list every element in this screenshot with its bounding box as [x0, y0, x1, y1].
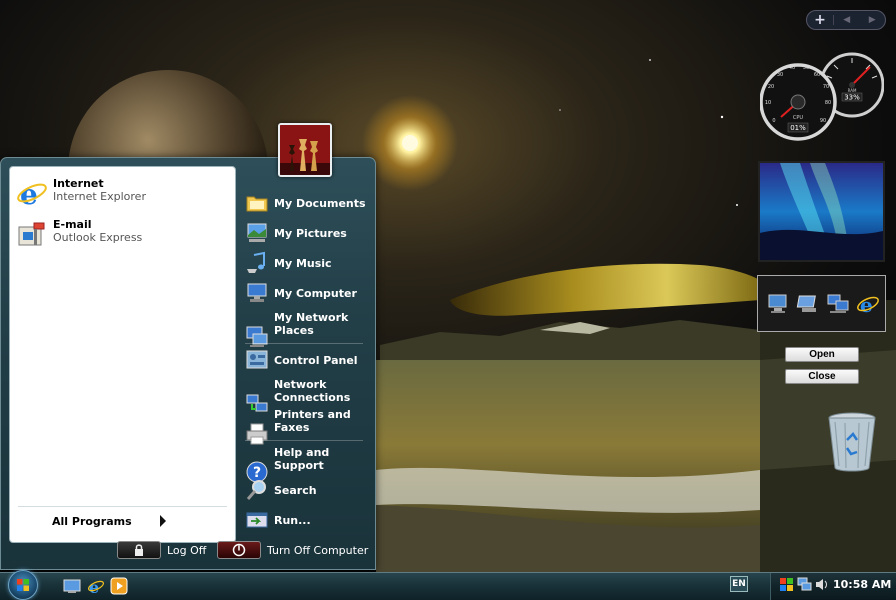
search-icon — [245, 478, 269, 502]
menu-item-run[interactable]: Run... — [245, 508, 311, 532]
menu-item-label: Help and Support — [274, 446, 330, 472]
pinned-item-email[interactable]: E-mail Outlook Express — [16, 218, 142, 250]
menu-item-my-computer[interactable]: My Computer — [245, 281, 357, 305]
menu-item-my-music[interactable]: My Music — [245, 251, 332, 275]
menu-item-label: My Documents — [274, 196, 366, 210]
ram-label: RAM — [848, 88, 857, 93]
all-programs-label: All Programs — [52, 514, 132, 528]
svg-text:e: e — [20, 178, 38, 209]
svg-text:20: 20 — [768, 84, 774, 90]
network-tray-icon[interactable] — [797, 577, 812, 592]
network-connections-icon[interactable] — [826, 292, 850, 316]
run-icon — [245, 508, 269, 532]
printer-icon — [245, 409, 269, 445]
media-player-icon[interactable] — [110, 577, 128, 595]
menu-item-label: My Network Places — [274, 311, 349, 337]
menu-item-my-pictures[interactable]: My Pictures — [245, 221, 347, 245]
volume-icon[interactable] — [815, 577, 830, 592]
menu-item-label: Printers and Faxes — [274, 408, 351, 434]
next-gadget-icon[interactable]: ▶ — [869, 15, 876, 25]
shortcut-gadget: e — [757, 275, 886, 332]
pictures-icon — [245, 221, 269, 245]
menu-separator — [245, 440, 363, 441]
all-programs-separator — [18, 506, 227, 507]
close-button[interactable]: Close — [785, 369, 859, 384]
recycle-bin-icon[interactable] — [825, 410, 879, 474]
network-icon[interactable] — [796, 292, 820, 316]
menu-item-my-documents[interactable]: My Documents — [245, 191, 366, 215]
pinned-item-subtitle: Outlook Express — [53, 231, 143, 244]
menu-item-label: Network Connections — [274, 378, 351, 404]
pinned-item-title: E-mail — [53, 218, 92, 231]
svg-text:0: 0 — [772, 118, 775, 124]
right-arrow-icon — [159, 515, 166, 527]
pinned-item-title: Internet — [53, 177, 104, 190]
add-gadget-button[interactable]: + — [807, 12, 833, 28]
cpu-meter-gadget: RAM 33% 0 10 20 30 40 50 60 70 80 90 CPU 01% — [759, 52, 885, 142]
svg-text:10: 10 — [765, 100, 771, 106]
internet-explorer-icon[interactable]: e — [856, 292, 880, 317]
internet-explorer-icon: e — [16, 177, 48, 211]
start-button[interactable] — [8, 570, 38, 600]
turn-off-computer-button[interactable]: Turn Off Computer — [217, 541, 368, 559]
svg-text:90: 90 — [820, 118, 826, 124]
internet-explorer-icon[interactable]: e — [87, 577, 105, 597]
svg-text:80: 80 — [825, 100, 831, 106]
help-icon: ? — [245, 447, 269, 483]
control-panel-icon — [245, 348, 269, 372]
menu-item-control-panel[interactable]: Control Panel — [245, 348, 358, 372]
all-programs-button[interactable]: All Programs — [52, 512, 166, 530]
svg-text:50: 50 — [803, 65, 809, 71]
taskbar — [0, 572, 896, 600]
language-indicator[interactable]: EN — [730, 576, 748, 592]
svg-text:60: 60 — [814, 72, 820, 78]
menu-item-my-network-places[interactable]: My Network Places — [245, 311, 349, 347]
menu-item-printers-and-faxes[interactable]: Printers and Faxes — [245, 408, 351, 445]
windows-flag-icon[interactable] — [779, 577, 794, 592]
svg-text:e: e — [860, 293, 873, 316]
user-picture[interactable] — [278, 123, 332, 177]
network-connections-icon — [245, 379, 269, 412]
open-button[interactable]: Open — [785, 347, 859, 362]
previous-gadget-icon[interactable]: ◀ — [843, 15, 850, 25]
pinned-programs-pane: e Internet Internet Explorer E-mail Outl… — [9, 166, 236, 543]
show-desktop-icon[interactable] — [63, 577, 81, 595]
cpu-value: 01% — [790, 124, 806, 132]
pinned-item-internet[interactable]: e Internet Internet Explorer — [16, 177, 146, 211]
menu-separator — [245, 343, 363, 344]
menu-item-help-and-support[interactable]: ? Help and Support — [245, 446, 330, 483]
sidebar-toolbar: + ◀ ▶ — [806, 10, 886, 30]
computer-icon — [245, 281, 269, 305]
cpu-label: CPU — [793, 115, 804, 121]
svg-text:70: 70 — [823, 84, 829, 90]
clock[interactable]: 10:58 AM — [833, 578, 891, 591]
menu-item-label: Run... — [274, 513, 311, 527]
slideshow-gadget[interactable] — [758, 161, 885, 262]
menu-item-network-connections[interactable]: Network Connections — [245, 378, 351, 412]
lock-icon — [117, 541, 161, 559]
log-off-label: Log Off — [167, 543, 207, 557]
svg-text:30: 30 — [777, 72, 783, 78]
outlook-express-icon — [16, 218, 48, 250]
power-icon — [217, 541, 261, 559]
network-places-icon — [245, 312, 269, 347]
menu-item-search[interactable]: Search — [245, 478, 317, 502]
menu-item-label: My Music — [274, 256, 332, 270]
music-icon — [245, 251, 269, 275]
menu-item-label: My Computer — [274, 286, 357, 300]
folder-documents-icon — [245, 191, 269, 215]
ram-value: 33% — [844, 94, 860, 102]
menu-item-label: Control Panel — [274, 353, 358, 367]
svg-text:40: 40 — [789, 65, 795, 71]
menu-item-label: Search — [274, 483, 317, 497]
computer-icon[interactable] — [766, 292, 790, 316]
menu-item-label: My Pictures — [274, 226, 347, 240]
log-off-button[interactable]: Log Off — [117, 541, 206, 559]
svg-text:e: e — [89, 578, 99, 595]
pinned-item-subtitle: Internet Explorer — [53, 190, 146, 203]
start-menu: e Internet Internet Explorer E-mail Outl… — [0, 157, 376, 570]
turn-off-computer-label: Turn Off Computer — [267, 543, 369, 557]
